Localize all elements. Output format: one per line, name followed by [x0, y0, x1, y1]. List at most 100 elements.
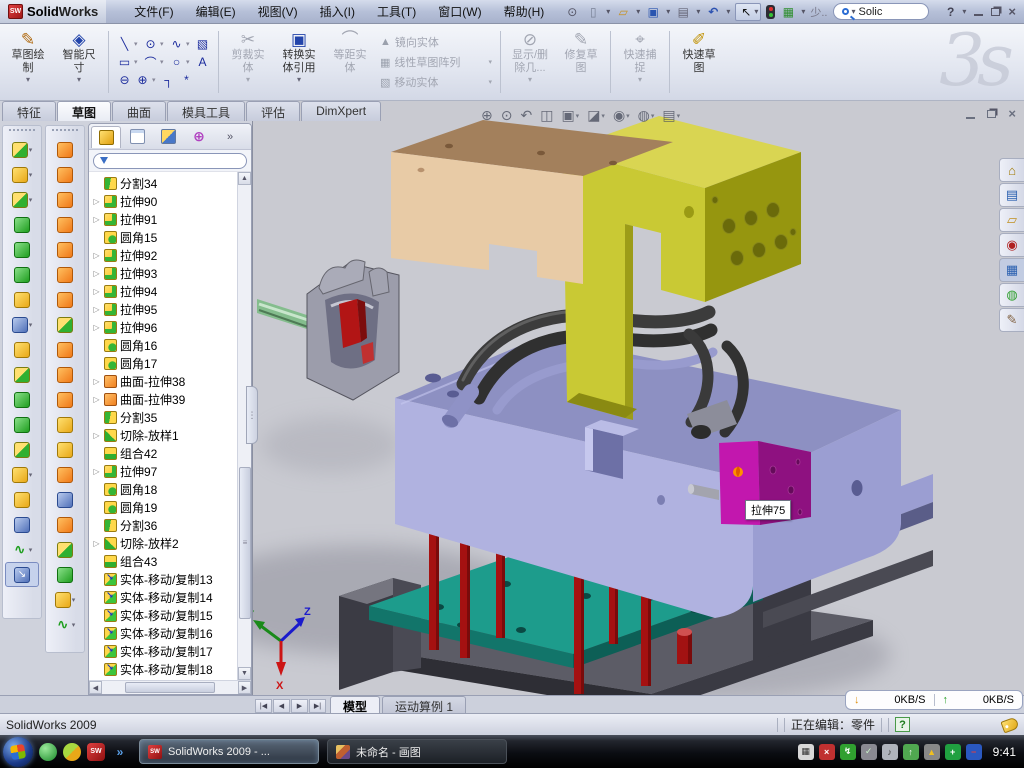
- options-caret-icon[interactable]: ▾: [801, 7, 805, 16]
- panel-splitter-handle[interactable]: ⋮: [246, 386, 258, 444]
- solidworks-resources-tab[interactable]: ◉: [999, 233, 1024, 257]
- options-icon[interactable]: ▦: [780, 4, 796, 20]
- rapid-sketch-button[interactable]: ✐快速草 图: [675, 27, 723, 97]
- undo-icon[interactable]: ↶: [705, 4, 721, 20]
- mold-tool-icon-13[interactable]: [5, 437, 39, 462]
- mold-tool-grip[interactable]: [9, 129, 35, 134]
- chevron-down-icon[interactable]: ▾: [134, 40, 141, 48]
- sketch-entities-icon-3-2[interactable]: ⊕: [134, 72, 151, 89]
- smart-dimension-button[interactable]: ◈智能尺 寸▾: [55, 27, 103, 97]
- chevron-down-icon[interactable]: ▾: [297, 75, 301, 84]
- feature-tool-icon-18[interactable]: [48, 562, 82, 587]
- feature-tool-icon-4[interactable]: [48, 212, 82, 237]
- chevron-down-icon[interactable]: ▾: [72, 596, 76, 604]
- scroll-right-button[interactable]: ▶: [238, 681, 251, 694]
- tree-item-26[interactable]: 实体-移动/复制16: [89, 624, 237, 642]
- search-box[interactable]: ▾ Solic: [833, 3, 929, 20]
- mold-tool-icon-2[interactable]: ▾: [5, 162, 39, 187]
- tag-icon[interactable]: [1000, 716, 1019, 733]
- tree-item-12[interactable]: ▷曲面-拉伸38: [89, 372, 237, 390]
- print-caret-icon[interactable]: ▾: [696, 7, 700, 16]
- edit-appearance-button[interactable]: ◍▾: [636, 106, 657, 125]
- feature-tool-icon-20[interactable]: ∿▾: [48, 612, 82, 637]
- feature-tool-icon-6[interactable]: [48, 262, 82, 287]
- tab-scroll-button-2[interactable]: ◀: [273, 699, 290, 713]
- feature-tool-icon-13[interactable]: [48, 437, 82, 462]
- expander-icon[interactable]: ▷: [92, 431, 101, 440]
- sync-icon[interactable]: −: [966, 744, 982, 760]
- tab-scroll-button-4[interactable]: ▶|: [309, 699, 326, 713]
- tree-item-20[interactable]: 分割36: [89, 516, 237, 534]
- save-caret-icon[interactable]: ▾: [666, 7, 670, 16]
- tree-item-23[interactable]: 实体-移动/复制13: [89, 570, 237, 588]
- feature-tool-icon-8[interactable]: [48, 312, 82, 337]
- save-icon[interactable]: ▣: [645, 4, 661, 20]
- chevron-down-icon[interactable]: ▾: [576, 112, 580, 120]
- mold-tool-icon-1[interactable]: ▾: [5, 137, 39, 162]
- expander-icon[interactable]: ▷: [92, 215, 101, 224]
- chevron-down-icon[interactable]: ▾: [72, 621, 76, 629]
- tree-item-11[interactable]: 圆角17: [89, 354, 237, 372]
- undo-caret-icon[interactable]: ▾: [726, 7, 730, 16]
- feature-tool-icon-17[interactable]: [48, 537, 82, 562]
- mold-tool-icon-4[interactable]: [5, 212, 39, 237]
- net-speed-widget[interactable]: ↓ 0KB/S ↑ 0KB/S: [845, 690, 1023, 710]
- tab-5[interactable]: 评估: [246, 101, 300, 121]
- tree-item-19[interactable]: 圆角19: [89, 498, 237, 516]
- tree-item-16[interactable]: 组合42: [89, 444, 237, 462]
- tab-scroll-button-3[interactable]: ▶: [291, 699, 308, 713]
- tree-item-18[interactable]: 圆角18: [89, 480, 237, 498]
- expander-icon[interactable]: ▷: [92, 197, 101, 206]
- scroll-left-button[interactable]: ◀: [89, 681, 102, 694]
- chevron-down-icon[interactable]: ▾: [29, 546, 33, 554]
- update-icon[interactable]: ✓: [861, 744, 877, 760]
- chevron-down-icon[interactable]: ▾: [77, 75, 81, 84]
- chevron-down-icon[interactable]: ▾: [160, 58, 167, 66]
- featuremanager-tab[interactable]: [91, 126, 121, 148]
- mold-tool-icon-11[interactable]: [5, 387, 39, 412]
- mold-tool-icon-15[interactable]: [5, 487, 39, 512]
- tree-item-28[interactable]: 实体-移动/复制18: [89, 660, 237, 678]
- hide-show-items-button[interactable]: ◉▾: [611, 106, 632, 125]
- tree-item-2[interactable]: ▷拉伸90: [89, 192, 237, 210]
- tree-item-3[interactable]: ▷拉伸91: [89, 210, 237, 228]
- feature-tool-icon-19[interactable]: ▾: [48, 587, 82, 612]
- restore-button[interactable]: [991, 8, 1000, 16]
- dimxpertmanager-tab[interactable]: ⊕: [184, 126, 214, 148]
- view-orientation-button[interactable]: ▣▾: [559, 106, 581, 125]
- custom-properties-tab[interactable]: ▦: [999, 258, 1024, 282]
- feature-tool-icon-14[interactable]: [48, 462, 82, 487]
- feature-tool-icon-3[interactable]: [48, 187, 82, 212]
- close-button[interactable]: ×: [1008, 7, 1016, 17]
- sketch-entities-icon-1-4[interactable]: ▧: [194, 36, 211, 53]
- 3d-model-view[interactable]: Y Z X: [253, 101, 1024, 695]
- tree-item-14[interactable]: 分割35: [89, 408, 237, 426]
- expander-icon[interactable]: ▷: [92, 323, 101, 332]
- mold-tool-icon-14[interactable]: ▾: [5, 462, 39, 487]
- sketch-button[interactable]: ✎草图绘 制▾: [4, 27, 52, 97]
- sketch-entities-icon-1-1[interactable]: ╲: [116, 36, 133, 53]
- tree-item-13[interactable]: ▷曲面-拉伸39: [89, 390, 237, 408]
- expander-icon[interactable]: ▷: [92, 467, 101, 476]
- doc-restore-button[interactable]: [987, 110, 996, 118]
- tree-item-24[interactable]: 实体-移动/复制14: [89, 588, 237, 606]
- previous-view-button[interactable]: ↶: [518, 106, 534, 125]
- antivirus-icon[interactable]: ×: [819, 744, 835, 760]
- design-library-tab[interactable]: ▤: [999, 183, 1024, 207]
- feature-tool-icon-12[interactable]: [48, 412, 82, 437]
- tab-scroll-button-1[interactable]: |◀: [255, 699, 272, 713]
- chevron-down-icon[interactable]: ▾: [29, 321, 33, 329]
- expander-icon[interactable]: ▷: [92, 269, 101, 278]
- chevron-down-icon[interactable]: ▾: [29, 471, 33, 479]
- tree-item-4[interactable]: 圆角15: [89, 228, 237, 246]
- doc-tab-2[interactable]: 运动算例 1: [382, 696, 466, 713]
- tree-item-9[interactable]: ▷拉伸96: [89, 318, 237, 336]
- mold-tool-icon-9[interactable]: [5, 337, 39, 362]
- sketch-entities-icon-2-3[interactable]: ○: [168, 54, 185, 71]
- display-style-button[interactable]: ◪▾: [585, 106, 607, 125]
- media-player-icon[interactable]: [63, 743, 81, 761]
- feature-tool-icon-7[interactable]: [48, 287, 82, 312]
- quick-tips-icon[interactable]: ?: [895, 717, 910, 732]
- mold-tool-icon-6[interactable]: [5, 262, 39, 287]
- menu-item-5[interactable]: 工具(T): [367, 1, 426, 22]
